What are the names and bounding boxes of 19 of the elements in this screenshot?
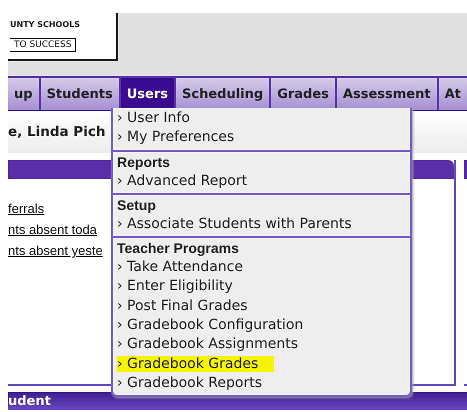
nav-tab[interactable]: Users [120, 78, 176, 110]
section-title: udent [8, 394, 51, 408]
menu-item[interactable]: › Gradebook Grades [117, 354, 406, 374]
menu-item[interactable]: › User Info [117, 109, 406, 128]
menu-item[interactable]: › Take Attendance [117, 258, 406, 278]
logo-ribbon: TO SUCCESS [10, 38, 76, 52]
menu-heading: Setup [117, 196, 157, 215]
menu-item[interactable]: › Post Final Grades [117, 296, 406, 316]
logo-text: UNTY SCHOOLS [10, 20, 82, 29]
menu-item[interactable]: › My Preferences [117, 128, 406, 148]
menu-heading: Reports [117, 152, 171, 172]
menu-item[interactable]: › Advanced Report [117, 172, 406, 191]
greeting-text: e, Linda Pich [8, 124, 106, 140]
menu-heading: Teacher Programs [117, 239, 240, 258]
menu-item[interactable]: › Gradebook Reports [117, 374, 406, 394]
menu-item[interactable]: › Enter Eligibility [117, 277, 406, 297]
menu-item[interactable]: › Associate Students with Parents [117, 214, 406, 234]
menu-item[interactable]: › Gradebook Configuration [117, 316, 406, 336]
menu-item[interactable]: › Gradebook Assignments [117, 335, 406, 355]
